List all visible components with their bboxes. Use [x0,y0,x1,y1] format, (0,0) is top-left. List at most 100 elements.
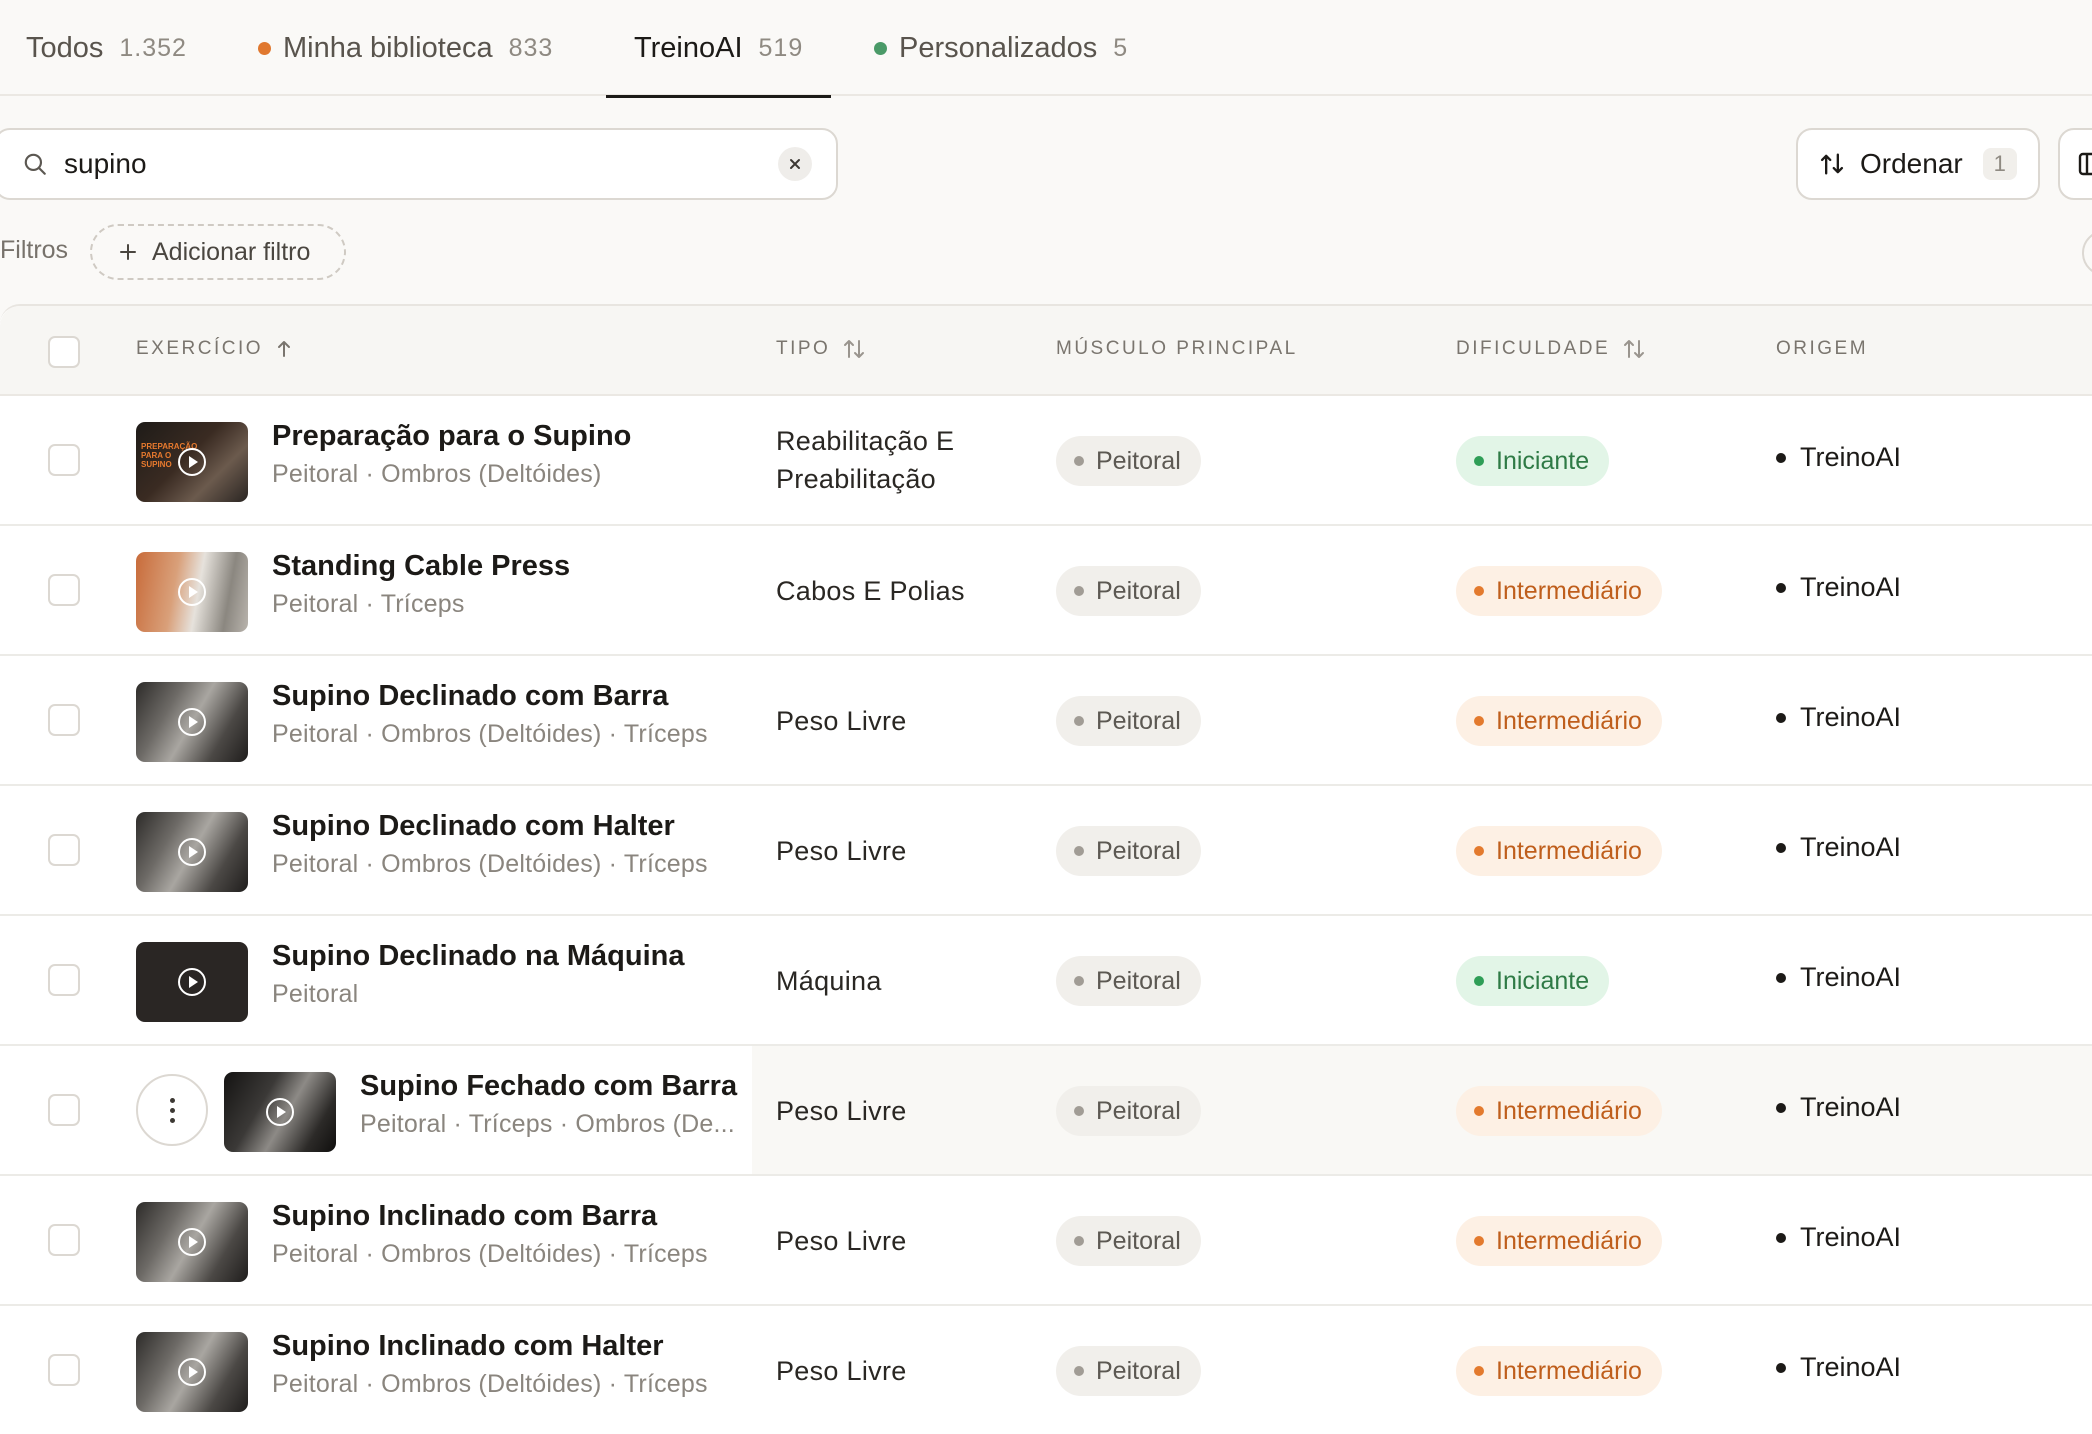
column-label: TIPO [776,338,831,359]
clear-search-button[interactable] [778,147,812,181]
column-label: ORIGEM [1776,338,1869,359]
muscle-badge: Peitoral [1056,1346,1201,1396]
tab-todos[interactable]: Todos 1.352 [26,0,187,96]
exercise-name[interactable]: Supino Inclinado com Barra [272,1200,657,1233]
play-icon [178,838,206,866]
tab-bar: Todos 1.352 Minha biblioteca 833 TreinoA… [0,0,2092,98]
select-all-checkbox[interactable] [48,336,80,368]
tab-count: 833 [508,33,554,62]
exercise-muscles: Peitoral · Ombros (Deltóides) · Tríceps [272,1370,708,1398]
exercise-thumbnail[interactable] [136,1202,248,1282]
exercise-name[interactable]: Supino Declinado na Máquina [272,940,684,973]
column-difficulty[interactable]: DIFICULDADE [1456,338,1646,360]
columns-icon [2078,152,2092,176]
column-origin[interactable]: ORIGEM [1776,338,1868,360]
exercise-thumbnail[interactable] [224,1072,336,1152]
row-checkbox[interactable] [48,704,80,736]
difficulty-label: Intermediário [1496,836,1642,865]
origin-label: TreinoAI [1800,962,1902,992]
add-filter-button[interactable]: Adicionar filtro [90,224,346,280]
difficulty-badge: Intermediário [1456,1086,1662,1136]
sort-count-badge: 1 [1982,148,2017,180]
exercise-name[interactable]: Preparação para o Supino [272,420,631,453]
row-checkbox[interactable] [48,574,80,606]
exercise-type: Peso Livre [776,1226,907,1256]
exercise-type: Peso Livre [776,1356,907,1386]
close-icon [790,159,800,169]
row-checkbox[interactable] [48,964,80,996]
badge-dot [1474,716,1484,726]
badge-dot [1474,846,1484,856]
exercise-name[interactable]: Supino Declinado com Halter [272,810,675,843]
origin-cell: TreinoAI [1776,962,1901,993]
muscle-label: Peitoral [1096,1356,1181,1385]
sort-arrows-icon [1820,153,1844,175]
exercise-muscles: Peitoral · Tríceps · Ombros (De... [360,1110,735,1138]
exercise-type: Peso Livre [776,706,907,736]
exercise-type: Cabos E Polias [776,576,965,606]
badge-dot [1074,1366,1084,1376]
muscle-badge: Peitoral [1056,566,1201,616]
muscle-label: Peitoral [1096,966,1181,995]
filter-toggle[interactable] [2082,230,2092,276]
table-row[interactable]: PREPARAÇÃO PARA O SUPINO Preparação para… [0,396,2092,526]
origin-cell: TreinoAI [1776,1352,1901,1383]
filters-label: Filtros [0,236,69,264]
column-muscle[interactable]: MÚSCULO PRINCIPAL [1056,338,1298,360]
badge-dot [1074,586,1084,596]
row-checkbox[interactable] [48,1094,80,1126]
muscle-label: Peitoral [1096,706,1181,735]
exercise-thumbnail[interactable] [136,812,248,892]
exercise-name[interactable]: Standing Cable Press [272,550,570,583]
column-exercise[interactable]: EXERCÍCIO [136,338,293,360]
exercise-name[interactable]: Supino Declinado com Barra [272,680,668,713]
play-icon [178,708,206,736]
row-checkbox[interactable] [48,834,80,866]
tab-treinoai[interactable]: TreinoAI 519 [606,0,832,98]
column-type[interactable]: TIPO [776,338,866,360]
tab-label: Minha biblioteca [283,31,493,64]
row-menu-button[interactable] [136,1074,208,1146]
row-checkbox[interactable] [48,1354,80,1386]
origin-dot [1776,1232,1786,1243]
sort-up-icon [278,341,291,357]
origin-cell: TreinoAI [1776,832,1901,863]
row-checkbox[interactable] [48,1224,80,1256]
columns-button[interactable] [2058,128,2092,200]
table-row[interactable]: Supino Inclinado com Halter Peitoral · O… [0,1306,2092,1434]
badge-dot [1474,586,1484,596]
badge-dot [1474,976,1484,986]
exercise-name[interactable]: Supino Inclinado com Halter [272,1330,664,1363]
muscle-label: Peitoral [1096,1096,1181,1125]
exercise-thumbnail[interactable]: PREPARAÇÃO PARA O SUPINO [136,422,248,502]
table-row[interactable]: Supino Fechado com Barra Peitoral · Tríc… [0,1046,2092,1176]
origin-cell: TreinoAI [1776,572,1901,603]
search-input[interactable] [64,148,744,180]
exercise-muscles: Peitoral · Ombros (Deltóides) · Tríceps [272,720,708,748]
row-checkbox[interactable] [48,444,80,476]
origin-label: TreinoAI [1800,832,1902,862]
table-row[interactable]: Supino Declinado com Halter Peitoral · O… [0,786,2092,916]
exercise-thumbnail[interactable] [136,552,248,632]
tab-count: 5 [1113,33,1129,62]
sort-button[interactable]: Ordenar 1 [1796,128,2040,200]
origin-dot [1776,452,1786,463]
difficulty-label: Iniciante [1496,966,1590,995]
table-row[interactable]: Supino Inclinado com Barra Peitoral · Om… [0,1176,2092,1306]
table-row[interactable]: Standing Cable Press Peitoral · Tríceps … [0,526,2092,656]
tab-personalizados[interactable]: Personalizados 5 [874,0,1128,96]
play-icon [178,578,206,606]
difficulty-badge: Intermediário [1456,826,1662,876]
exercise-thumbnail[interactable] [136,682,248,762]
exercise-thumbnail[interactable] [136,942,248,1022]
exercise-name[interactable]: Supino Fechado com Barra [360,1070,737,1103]
muscle-label: Peitoral [1096,446,1181,475]
exercise-muscles: Peitoral · Ombros (Deltóides) [272,460,602,488]
tab-label: TreinoAI [634,31,743,64]
muscle-badge: Peitoral [1056,1216,1201,1266]
difficulty-badge: Iniciante [1456,436,1610,486]
table-row[interactable]: Supino Declinado com Barra Peitoral · Om… [0,656,2092,786]
exercise-thumbnail[interactable] [136,1332,248,1412]
table-row[interactable]: Supino Declinado na Máquina Peitoral Máq… [0,916,2092,1046]
tab-minha-biblioteca[interactable]: Minha biblioteca 833 [258,0,553,96]
